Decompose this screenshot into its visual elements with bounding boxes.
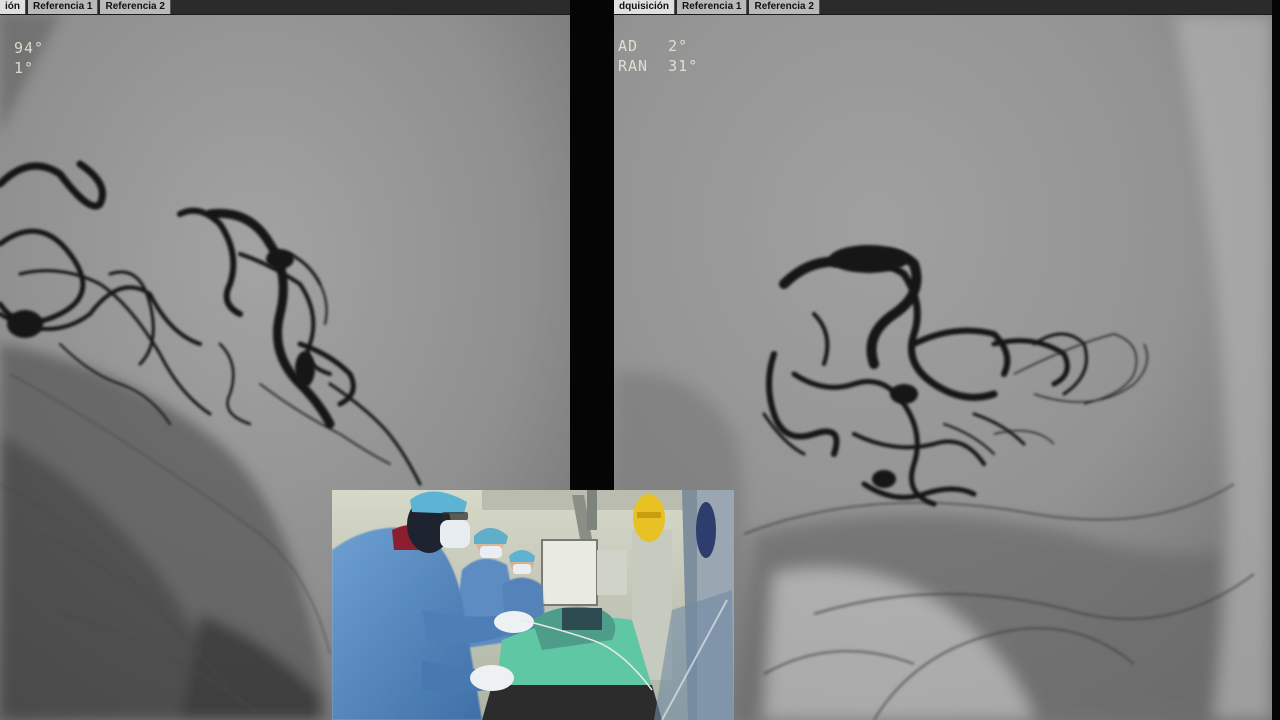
right-tab-reference-2[interactable]: Referencia 2	[749, 0, 820, 14]
right-tab-reference-1[interactable]: Referencia 1	[677, 0, 748, 14]
right-viewer-tabbar: dquisición Referencia 1 Referencia 2	[614, 0, 1272, 15]
operating-room-scene	[332, 490, 734, 720]
operating-room-camera-inset[interactable]	[332, 490, 734, 720]
right-angle-line-2: RAN 31°	[618, 57, 699, 75]
left-tab-reference-1[interactable]: Referencia 1	[28, 0, 99, 14]
left-angle-readout: 94° 1°	[14, 38, 44, 78]
left-angle-line-1: 94°	[14, 39, 45, 57]
angiography-display: ión Referencia 1 Referencia 2 94° 1° dqu…	[0, 0, 1280, 720]
right-angle-readout: AD 2° RAN 31°	[618, 36, 698, 76]
left-tab-acquisition[interactable]: ión	[0, 0, 26, 14]
left-tab-reference-2[interactable]: Referencia 2	[100, 0, 171, 14]
right-tab-acquisition[interactable]: dquisición	[614, 0, 675, 14]
right-angle-line-1: AD 2°	[618, 37, 689, 55]
screen-right-edge	[1272, 0, 1280, 720]
left-viewer-tabbar: ión Referencia 1 Referencia 2	[0, 0, 570, 15]
left-angle-line-2: 1°	[14, 59, 35, 77]
